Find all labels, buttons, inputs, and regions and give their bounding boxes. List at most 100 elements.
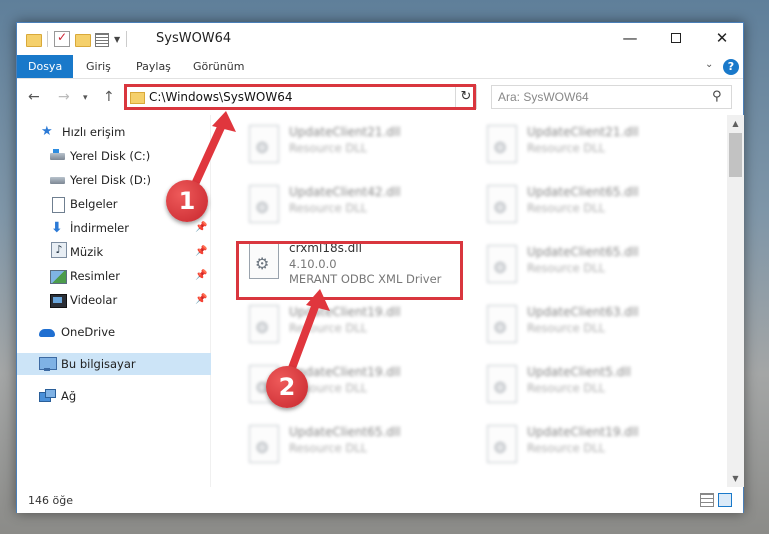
file-name: UpdateClient21.dll (527, 125, 639, 139)
dll-file-icon (249, 305, 281, 345)
sidebar-item-muzik[interactable]: Müzik 📌 (17, 241, 211, 263)
sidebar-item-label: Yerel Disk (D:) (70, 173, 152, 187)
scroll-up-icon[interactable]: ▲ (727, 115, 744, 132)
disk-icon (50, 149, 66, 163)
file-type: Resource DLL (289, 441, 368, 455)
file-item[interactable]: UpdateClient63.dll Resource DLL (475, 301, 701, 351)
forward-arrow-icon[interactable]: → (58, 89, 70, 105)
scrollbar-thumb[interactable] (729, 133, 742, 177)
dll-file-icon (487, 305, 519, 345)
sidebar-item-label: Videolar (70, 293, 118, 307)
file-type: Resource DLL (527, 321, 606, 335)
file-item[interactable]: UpdateClient19.dll Resource DLL (237, 301, 463, 351)
pin-icon[interactable]: 📌 (195, 217, 207, 239)
file-item[interactable]: UpdateClient5.dll Resource DLL (475, 361, 701, 411)
callout-badge-1: 1 (166, 180, 208, 222)
download-icon: ⬇ (51, 220, 63, 236)
maximize-button[interactable] (653, 23, 699, 53)
file-item[interactable]: UpdateClient42.dll Resource DLL (237, 181, 463, 231)
sidebar-item-label: İndirmeler (70, 221, 129, 235)
window-title: SysWOW64 (156, 31, 232, 46)
document-icon (50, 197, 66, 213)
sidebar-item-ag[interactable]: Ağ (17, 385, 211, 407)
sidebar-item-label: Resimler (70, 269, 120, 283)
file-name: UpdateClient5.dll (527, 365, 631, 379)
toolbar-divider (126, 31, 128, 47)
file-type: Resource DLL (289, 201, 368, 215)
pin-icon[interactable]: 📌 (195, 241, 207, 263)
pin-icon[interactable]: 📌 (195, 265, 207, 287)
status-bar: 146 öğe (17, 489, 743, 513)
file-name: UpdateClient19.dll (527, 425, 639, 439)
search-icon[interactable]: ⚲ (712, 89, 722, 104)
close-button[interactable]: ✕ (699, 23, 745, 53)
folder-icon (25, 31, 42, 47)
sidebar-item-resimler[interactable]: Resimler 📌 (17, 265, 211, 287)
file-list: UpdateClient21.dll Resource DLL UpdateCl… (213, 115, 727, 487)
tab-paylas[interactable]: Paylaş (125, 55, 182, 78)
file-type: Resource DLL (527, 441, 606, 455)
details-view-icon[interactable] (700, 493, 714, 507)
toolbar-divider (47, 31, 48, 47)
file-item[interactable]: UpdateClient19.dll Resource DLL (475, 421, 701, 471)
file-item[interactable]: UpdateClient65.dll Resource DLL (475, 181, 701, 231)
expand-ribbon-icon[interactable]: ⌄ (705, 59, 713, 70)
sidebar-item-bu-bilgisayar[interactable]: Bu bilgisayar (17, 353, 211, 375)
dll-file-icon (249, 425, 281, 465)
sidebar-item-disk-c[interactable]: Yerel Disk (C:) (17, 145, 211, 167)
disk-icon (50, 173, 66, 187)
pictures-icon (50, 269, 67, 284)
sidebar-item-label: Belgeler (70, 197, 118, 211)
dll-file-icon (487, 425, 519, 465)
dll-file-icon (487, 365, 519, 405)
dll-file-icon (487, 185, 519, 225)
tab-dosya[interactable]: Dosya (17, 55, 74, 78)
sidebar-item-label: Bu bilgisayar (61, 357, 136, 371)
file-item[interactable]: UpdateClient21.dll Resource DLL (237, 121, 463, 171)
file-name: UpdateClient65.dll (527, 185, 639, 199)
search-input[interactable] (492, 86, 702, 108)
file-name: UpdateClient19.dll (289, 305, 401, 319)
properties-check-icon[interactable] (54, 30, 70, 47)
file-item[interactable]: UpdateClient65.dll Resource DLL (475, 241, 701, 291)
computer-icon (39, 357, 57, 371)
sidebar-item-quick-access[interactable]: ★ Hızlı erişim (17, 121, 211, 143)
network-icon (39, 389, 56, 403)
file-highlight-box (236, 241, 463, 300)
dll-file-icon (249, 125, 281, 165)
file-item[interactable]: UpdateClient65.dll Resource DLL (237, 421, 463, 471)
file-type: Resource DLL (289, 321, 368, 335)
pin-icon[interactable]: 📌 (195, 289, 207, 311)
minimize-button[interactable]: — (607, 23, 653, 53)
search-box[interactable]: ⚲ (491, 85, 732, 109)
maximize-icon (671, 33, 681, 43)
recent-locations-icon[interactable]: ▾ (83, 93, 88, 103)
dll-file-icon (249, 185, 281, 225)
help-icon[interactable]: ? (723, 59, 739, 75)
file-name: UpdateClient42.dll (289, 185, 401, 199)
scroll-down-icon[interactable]: ▼ (727, 470, 744, 487)
vertical-scrollbar[interactable]: ▲ ▼ (727, 115, 744, 487)
sidebar-item-label: Müzik (70, 245, 104, 259)
file-type: Resource DLL (527, 141, 606, 155)
sidebar-item-videolar[interactable]: Videolar 📌 (17, 289, 211, 311)
back-arrow-icon[interactable]: ← (28, 89, 40, 105)
file-name: UpdateClient63.dll (527, 305, 639, 319)
new-folder-icon[interactable] (74, 31, 91, 47)
file-type: Resource DLL (527, 201, 606, 215)
sidebar-item-label: OneDrive (61, 325, 116, 339)
quick-access-toolbar: ▼ (25, 30, 129, 47)
address-highlight-box (124, 84, 476, 110)
toolbar-dropdown-icon[interactable]: ▼ (114, 35, 120, 44)
star-icon: ★ (41, 124, 53, 139)
title-bar: ▼ SysWOW64 — ✕ (17, 23, 743, 55)
tab-giris[interactable]: Giriş (75, 55, 122, 78)
item-count: 146 öğe (28, 494, 73, 507)
up-arrow-icon[interactable]: ↑ (103, 89, 115, 105)
large-icons-view-icon[interactable] (718, 493, 732, 507)
file-item[interactable]: UpdateClient21.dll Resource DLL (475, 121, 701, 171)
tab-gorunum[interactable]: Görünüm (182, 55, 255, 78)
sidebar-item-onedrive[interactable]: OneDrive (17, 321, 211, 343)
music-icon (50, 242, 67, 259)
customize-toolbar-icon[interactable] (94, 31, 110, 47)
